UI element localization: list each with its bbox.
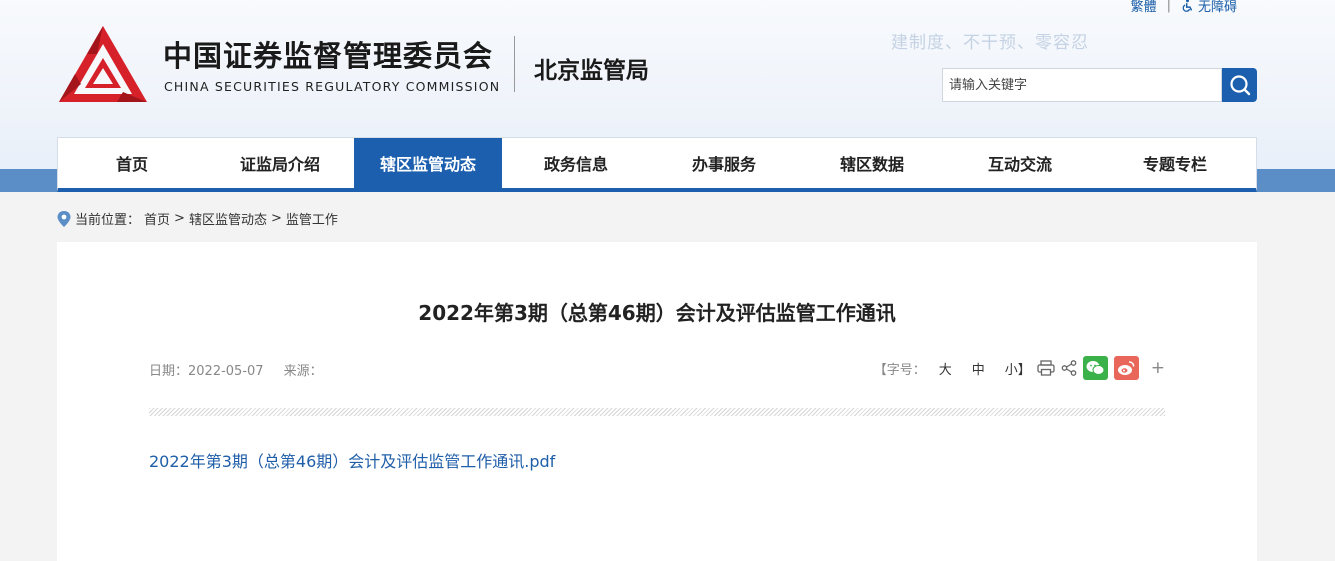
nav-home[interactable]: 首页 (58, 138, 206, 188)
accessibility-label: 无障碍 (1197, 0, 1237, 15)
wheelchair-icon (1182, 0, 1193, 12)
location-pin-icon (57, 210, 71, 227)
article-title: 2022年第3期（总第46期）会计及评估监管工作通讯 (418, 301, 896, 325)
nav-government-info[interactable]: 政务信息 (502, 138, 650, 188)
article-card: 2022年第3期（总第46期）会计及评估监管工作通讯 日期：2022-05-07… (57, 242, 1257, 561)
wechat-share-button[interactable] (1082, 356, 1108, 380)
article-date: 日期：2022-05-07 (149, 360, 264, 379)
breadcrumb-separator: > (174, 211, 185, 226)
csrc-logo-icon[interactable] (57, 24, 149, 106)
breadcrumb-separator: > (270, 211, 282, 226)
date-label: 日期： (149, 364, 189, 379)
article-meta: 日期：2022-05-07 来源： (149, 360, 323, 379)
share-icon[interactable] (1061, 360, 1077, 376)
hatched-divider (149, 408, 1165, 416)
search-input[interactable] (942, 68, 1222, 102)
breadcrumb-prefix: 当前位置： (75, 213, 141, 228)
nav-services[interactable]: 办事服务 (650, 138, 798, 188)
font-size-small[interactable]: 小】 (998, 359, 1031, 378)
main-nav: 首页 证监局介绍 辖区监管动态 政务信息 办事服务 辖区数据 互动交流 专题专栏 (57, 137, 1257, 192)
site-title: 中国证券监督管理委员会 (163, 39, 494, 73)
source-label: 来源： (283, 364, 323, 379)
bureau-name: 北京监管局 (534, 58, 649, 84)
article-tools: 【字号： 大 中 小】 + (874, 356, 1165, 380)
breadcrumb-regulatory-updates[interactable]: 辖区监管动态 (189, 209, 267, 228)
accessibility-link[interactable]: 无障碍 (1181, 0, 1237, 15)
weibo-icon (1118, 361, 1135, 375)
nav-special-topics[interactable]: 专题专栏 (1094, 138, 1256, 188)
wechat-icon (1086, 361, 1105, 375)
slogan: 建制度、不干预、零容忍 (891, 33, 1089, 53)
traditional-chinese-link[interactable]: 繁體 (1131, 0, 1157, 15)
nav-regulatory-updates[interactable]: 辖区监管动态 (354, 138, 502, 188)
search-icon (1229, 75, 1250, 96)
font-size-medium[interactable]: 中 (965, 359, 992, 378)
search-button[interactable] (1222, 68, 1257, 102)
article-source: 来源： (284, 360, 323, 379)
breadcrumb-home[interactable]: 首页 (144, 209, 170, 228)
print-icon[interactable] (1037, 360, 1055, 376)
weibo-share-button[interactable] (1113, 356, 1139, 380)
site-title-english: CHINA SECURITIES REGULATORY COMMISSION (164, 79, 501, 94)
more-share-button[interactable]: + (1151, 358, 1165, 378)
font-size-large[interactable]: 大 (932, 359, 959, 378)
nav-interaction[interactable]: 互动交流 (946, 138, 1094, 188)
breadcrumb-supervision-work[interactable]: 监管工作 (286, 209, 338, 228)
top-links-separator: | (1166, 0, 1171, 13)
breadcrumb: 当前位置： 首页 > 辖区监管动态 > 监管工作 (57, 209, 338, 228)
nav-regional-data[interactable]: 辖区数据 (798, 138, 946, 188)
font-size-label: 【字号： (873, 362, 926, 378)
top-links: 繁體 | 无障碍 (1131, 0, 1237, 15)
pdf-attachment-link[interactable]: 2022年第3期（总第46期）会计及评估监管工作通讯.pdf (149, 448, 555, 472)
title-divider (514, 36, 515, 92)
date-value: 2022-05-07 (188, 364, 264, 379)
nav-bureau-intro[interactable]: 证监局介绍 (206, 138, 354, 188)
